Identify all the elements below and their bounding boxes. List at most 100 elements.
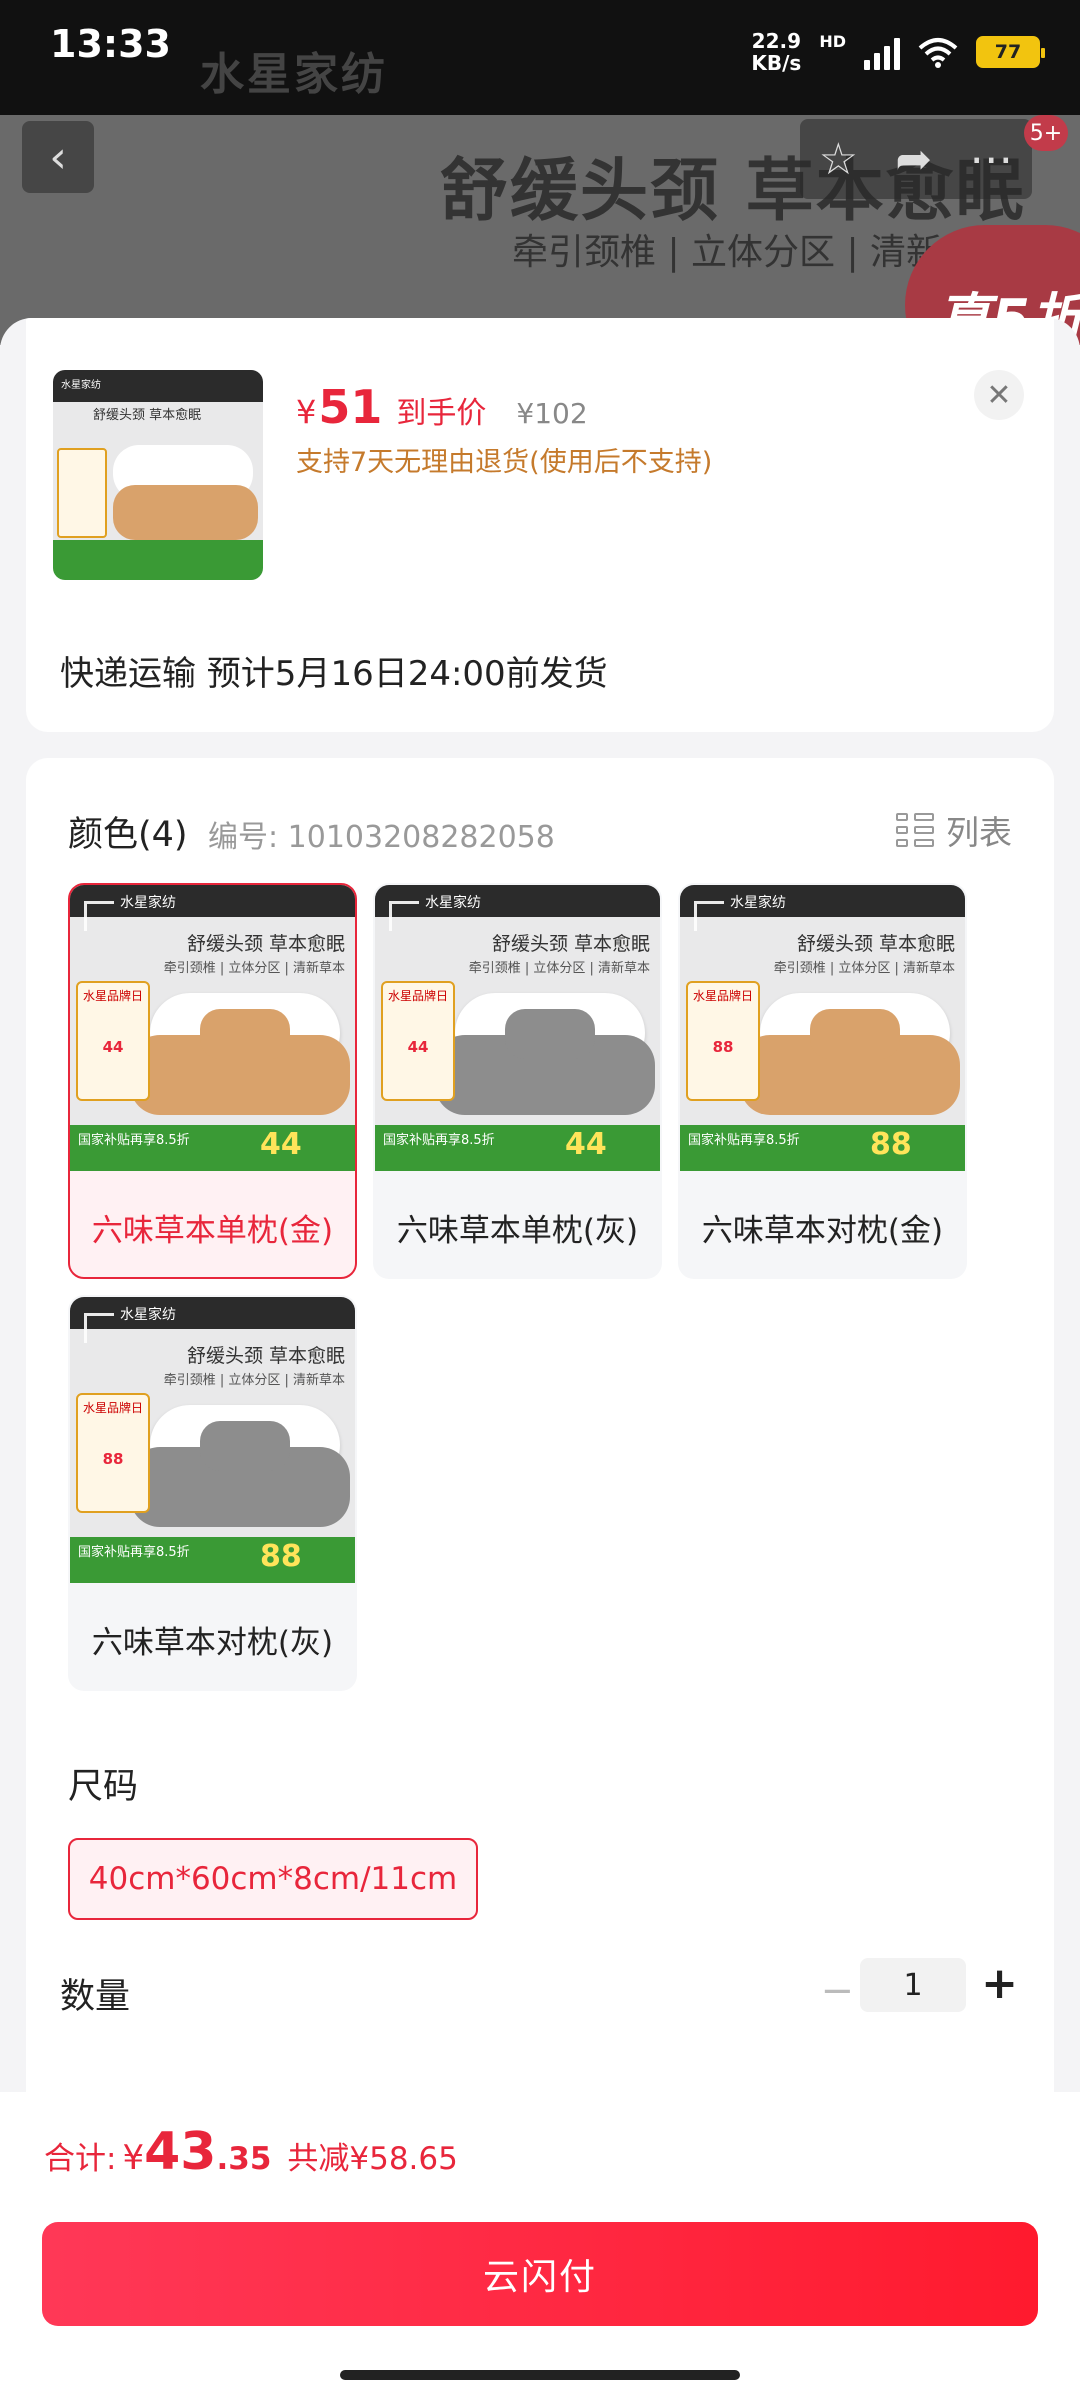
image-subtitle: 牵引颈椎 | 立体分区 | 清新草本 xyxy=(163,961,345,976)
shipping-info: 快递运输 预计5月16日24:00前发货 xyxy=(26,614,1054,732)
product-header: 水星家纺 舒缓头颈 草本愈眠 ¥ 51 到手价 ¥102 支持7天无理由退货(使… xyxy=(26,318,1054,614)
image-brand: 水星家纺 xyxy=(730,895,786,911)
close-icon[interactable]: ✕ xyxy=(974,370,1024,420)
total-currency: ¥ xyxy=(122,2138,145,2178)
pay-button[interactable]: 云闪付 xyxy=(42,2222,1038,2326)
network-speed: 22.9 KB/s xyxy=(751,30,801,74)
promo-text: 水星品牌日 xyxy=(692,989,753,1003)
color-option[interactable]: 水星家纺 舒缓头颈 草本愈眠 牵引颈椎 | 立体分区 | 清新草本 水星品牌日 4… xyxy=(68,883,357,1279)
background-subline: 牵引颈椎 | 立体分区 | 清新 xyxy=(512,232,943,273)
cart-badge: 5+ xyxy=(1024,115,1068,151)
price-tag: 到手价 xyxy=(396,396,487,431)
wifi-icon xyxy=(918,38,958,68)
watermark-text: Ly.7SSU xyxy=(425,1443,594,1489)
image-footer-text: 国家补贴再享8.5折 xyxy=(78,1545,190,1560)
total-integer: 43 xyxy=(144,2122,217,2182)
quantity-input[interactable]: 1 xyxy=(860,1958,966,2012)
quantity-decrease-button[interactable]: − xyxy=(820,1968,854,2014)
color-option[interactable]: 水星家纺 舒缓头颈 草本愈眠 牵引颈椎 | 立体分区 | 清新草本 水星品牌日 8… xyxy=(68,1295,357,1691)
signal-icon xyxy=(864,34,900,70)
image-footer-price: 44 xyxy=(565,1127,607,1162)
promo-price: 88 xyxy=(102,1450,124,1468)
network-speed-unit: KB/s xyxy=(751,51,802,75)
return-policy: 支持7天无理由退货(使用后不支持) xyxy=(296,447,713,478)
image-footer: 国家补贴再享8.5折 88 xyxy=(680,1125,965,1171)
promo-price: 88 xyxy=(712,1038,734,1056)
pillow-center xyxy=(200,1009,290,1059)
status-bar: 13:33 水星家纺 22.9 KB/s HD 77 xyxy=(0,0,1080,115)
promo-text: 水星品牌日 xyxy=(387,989,448,1003)
color-option-image: 水星家纺 舒缓头颈 草本愈眠 牵引颈椎 | 立体分区 | 清新草本 水星品牌日 8… xyxy=(680,885,965,1171)
image-brand: 水星家纺 xyxy=(120,1307,176,1323)
image-footer: 国家补贴再享8.5折 88 xyxy=(70,1537,355,1583)
pillow-center xyxy=(505,1009,595,1059)
star-icon[interactable]: ☆ xyxy=(819,134,858,185)
status-indicators: 22.9 KB/s HD 77 xyxy=(751,22,1045,82)
home-indicator[interactable] xyxy=(340,2370,740,2380)
price-line: ¥ 51 到手价 ¥102 xyxy=(296,380,588,434)
checkout-footer: 合计: ¥ 43 .35 共减¥58.65 云闪付 xyxy=(0,2092,1080,2400)
expand-icon[interactable] xyxy=(84,901,114,931)
promo-text: 水星品牌日 xyxy=(82,989,143,1003)
status-time: 13:33 xyxy=(50,22,171,66)
image-title: 舒缓头颈 草本愈眠 xyxy=(186,1345,345,1367)
pillow-center xyxy=(200,1421,290,1471)
size-section-title: 尺码 xyxy=(68,1767,139,1807)
promo-box: 水星品牌日 44 xyxy=(76,981,150,1101)
promo-box: 水星品牌日 88 xyxy=(686,981,760,1101)
image-footer-price: 88 xyxy=(870,1127,912,1162)
image-brand: 水星家纺 xyxy=(120,895,176,911)
more-icon[interactable]: ⋯ xyxy=(969,134,1013,185)
back-icon[interactable]: ‹ xyxy=(22,121,94,193)
image-footer-text: 国家补贴再享8.5折 xyxy=(383,1133,495,1148)
expand-icon[interactable] xyxy=(84,1313,114,1343)
quantity-increase-button[interactable]: + xyxy=(981,1958,1018,2009)
color-option-image: 水星家纺 舒缓头颈 草本愈眠 牵引颈椎 | 立体分区 | 清新草本 水星品牌日 4… xyxy=(375,885,660,1171)
color-option[interactable]: 水星家纺 舒缓头颈 草本愈眠 牵引颈椎 | 立体分区 | 清新草本 水星品牌日 4… xyxy=(373,883,662,1279)
total-saving: 共减¥58.65 xyxy=(287,2141,458,2177)
total-label: 合计: xyxy=(44,2141,117,2177)
image-title: 舒缓头颈 草本愈眠 xyxy=(796,933,955,955)
image-subtitle: 牵引颈椎 | 立体分区 | 清新草本 xyxy=(773,961,955,976)
price-now: 51 xyxy=(318,380,383,434)
image-subtitle: 牵引颈椎 | 立体分区 | 清新草本 xyxy=(468,961,650,976)
thumbnail-title: 舒缓头颈 草本愈眠 xyxy=(93,408,202,423)
network-speed-value: 22.9 xyxy=(751,29,802,53)
battery-level: 77 xyxy=(994,41,1022,63)
background-page: ‹ 舒缓头颈 草本愈眠 牵引颈椎 | 立体分区 | 清新 ☆ ➦ ⋯ 5+ 真5… xyxy=(0,115,1080,345)
list-icon xyxy=(896,813,934,847)
color-section-title: 颜色(4) xyxy=(68,815,188,855)
image-footer: 国家补贴再享8.5折 44 xyxy=(375,1125,660,1171)
image-brand: 水星家纺 xyxy=(425,895,481,911)
promo-price: 44 xyxy=(102,1038,124,1056)
background-actions: ☆ ➦ ⋯ xyxy=(800,119,1032,199)
size-option[interactable]: 40cm*60cm*8cm/11cm xyxy=(68,1838,478,1920)
promo-text: 水星品牌日 xyxy=(82,1401,143,1415)
promo-box: 水星品牌日 88 xyxy=(76,1393,150,1513)
color-option-image: 水星家纺 舒缓头颈 草本愈眠 牵引颈椎 | 立体分区 | 清新草本 水星品牌日 4… xyxy=(70,885,355,1171)
image-footer: 国家补贴再享8.5折 44 xyxy=(70,1125,355,1171)
share-icon[interactable]: ➦ xyxy=(895,134,932,185)
image-title: 舒缓头颈 草本愈眠 xyxy=(186,933,345,955)
total-decimal: .35 xyxy=(216,2141,272,2177)
price-currency: ¥ xyxy=(296,393,317,431)
expand-icon[interactable] xyxy=(694,901,724,931)
image-title: 舒缓头颈 草本愈眠 xyxy=(491,933,650,955)
image-subtitle: 牵引颈椎 | 立体分区 | 清新草本 xyxy=(163,1373,345,1388)
list-view-label: 列表 xyxy=(946,813,1012,852)
list-view-toggle[interactable]: 列表 xyxy=(896,806,1012,854)
color-option-label: 六味草本对枕(金) xyxy=(701,1213,944,1249)
pillow-center xyxy=(810,1009,900,1059)
battery-icon: 77 xyxy=(976,36,1045,68)
expand-icon[interactable] xyxy=(389,901,419,931)
color-option-label: 六味草本单枕(金) xyxy=(91,1213,334,1249)
color-option-label: 六味草本对枕(灰) xyxy=(91,1625,334,1661)
color-option[interactable]: 水星家纺 舒缓头颈 草本愈眠 牵引颈椎 | 立体分区 | 清新草本 水星品牌日 8… xyxy=(678,883,967,1279)
product-thumbnail[interactable]: 水星家纺 舒缓头颈 草本愈眠 xyxy=(53,370,263,580)
image-footer-text: 国家补贴再享8.5折 xyxy=(78,1133,190,1148)
image-footer-text: 国家补贴再享8.5折 xyxy=(688,1133,800,1148)
color-swatch-grid: 水星家纺 舒缓头颈 草本愈眠 牵引颈椎 | 立体分区 | 清新草本 水星品牌日 4… xyxy=(68,883,1028,1691)
image-footer-price: 88 xyxy=(260,1539,302,1574)
image-footer-price: 44 xyxy=(260,1127,302,1162)
sku-number: 编号: 10103208282058 xyxy=(208,820,555,855)
